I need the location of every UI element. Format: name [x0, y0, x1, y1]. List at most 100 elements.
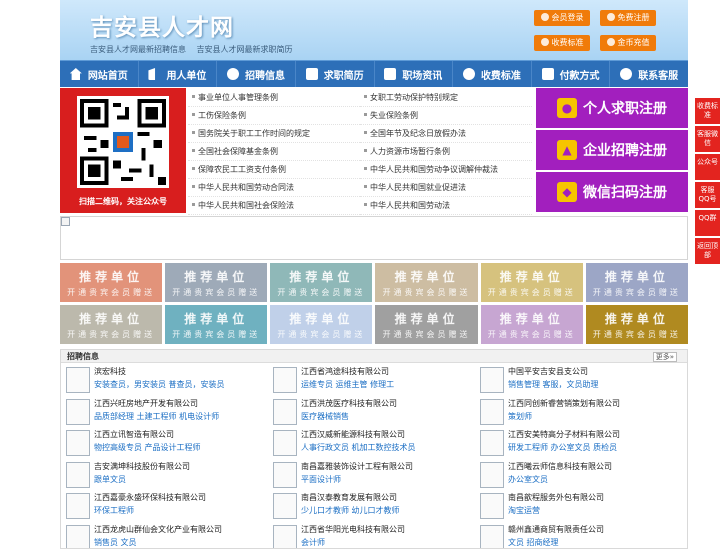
side-button[interactable]: 客服微信 — [695, 126, 720, 152]
policy-link[interactable]: 人力资源市场暂行条例 — [360, 143, 532, 161]
company-logo[interactable] — [66, 430, 90, 456]
policy-link[interactable]: 事业单位人事管理条例 — [188, 89, 360, 107]
recommend-cell[interactable]: 推荐单位开通贵宾会员赠送 — [586, 305, 688, 344]
company-logo[interactable] — [480, 462, 504, 488]
policy-link[interactable]: 女职工劳动保护特别规定 — [360, 89, 532, 107]
company-name[interactable]: 江西同创新睿营销策划有限公司 — [508, 398, 620, 409]
recommend-cell[interactable]: 推荐单位开通贵宾会员赠送 — [375, 305, 477, 344]
side-button[interactable]: 返回顶部 — [695, 238, 720, 264]
policy-link[interactable]: 中华人民共和国劳动法 — [360, 197, 532, 215]
latest-jobs-link[interactable]: 吉安县人才网最新招聘信息 — [90, 45, 186, 54]
recommend-cell[interactable]: 推荐单位开通贵宾会员赠送 — [375, 263, 477, 302]
company-logo[interactable] — [480, 430, 504, 456]
recommend-cell[interactable]: 推荐单位开通贵宾会员赠送 — [165, 263, 267, 302]
job-positions[interactable]: 运维专员 运维主管 修理工 — [301, 379, 394, 390]
policy-link[interactable]: 保障农民工工资支付条例 — [188, 161, 360, 179]
job-positions[interactable]: 销售员 文员 — [94, 537, 137, 548]
job-positions[interactable]: 少儿口才教师 幼儿口才教师 — [301, 505, 400, 516]
policy-link[interactable]: 中华人民共和国劳动合同法 — [188, 179, 360, 197]
nav-news[interactable]: 职场资讯 — [375, 61, 454, 87]
company-name[interactable]: 滨宏科技 — [94, 366, 126, 377]
job-positions[interactable]: 淘宝运营 — [508, 505, 540, 516]
recommend-cell[interactable]: 推荐单位开通贵宾会员赠送 — [586, 263, 688, 302]
company-logo[interactable] — [273, 462, 297, 488]
recommend-cell[interactable]: 推荐单位开通贵宾会员赠送 — [165, 305, 267, 344]
company-logo[interactable] — [273, 525, 297, 549]
banner-image[interactable] — [60, 216, 688, 260]
company-name[interactable]: 江西龙虎山群仙会文化产业有限公司 — [94, 524, 222, 535]
company-name[interactable]: 江西立讯智造有限公司 — [94, 429, 174, 440]
recommend-cell[interactable]: 推荐单位开通贵宾会员赠送 — [481, 263, 583, 302]
policy-link[interactable]: 中华人民共和国就业促进法 — [360, 179, 532, 197]
company-name[interactable]: 江西省华阳光电科技有限公司 — [301, 524, 405, 535]
company-name[interactable]: 江西兴旺房地产开发有限公司 — [94, 398, 198, 409]
company-register-button[interactable]: ▲企业招聘注册 — [536, 130, 688, 170]
company-logo[interactable] — [273, 430, 297, 456]
nav-jobs[interactable]: 招聘信息 — [217, 61, 296, 87]
company-logo[interactable] — [66, 367, 90, 393]
company-logo[interactable] — [66, 399, 90, 425]
job-positions[interactable]: 办公室文员 — [508, 474, 548, 485]
latest-resumes-link[interactable]: 吉安县人才网最新求职简历 — [197, 45, 293, 54]
side-button[interactable]: 公众号 — [695, 154, 720, 180]
recommend-cell[interactable]: 推荐单位开通贵宾会员赠送 — [60, 263, 162, 302]
policy-link[interactable]: 全国社会保障基金条例 — [188, 143, 360, 161]
more-link[interactable]: 更多» — [653, 352, 677, 362]
policy-link[interactable]: 中华人民共和国劳动争议调解仲裁法 — [360, 161, 532, 179]
company-name[interactable]: 江西汉威新能源科技有限公司 — [301, 429, 405, 440]
company-logo[interactable] — [480, 493, 504, 519]
pricing-button[interactable]: 收费标准 — [534, 35, 590, 51]
job-positions[interactable]: 环保工程师 — [94, 505, 134, 516]
policy-link[interactable]: 全国年节及纪念日放假办法 — [360, 125, 532, 143]
nav-pricing[interactable]: 收费标准 — [453, 61, 532, 87]
job-positions[interactable]: 销售管理 客服，文员助理 — [508, 379, 599, 390]
policy-link[interactable]: 失业保险条例 — [360, 107, 532, 125]
company-logo[interactable] — [273, 493, 297, 519]
job-positions[interactable]: 物控高级专员 产品设计工程师 — [94, 442, 201, 453]
company-name[interactable]: 江西安美特高分子材料有限公司 — [508, 429, 620, 440]
recommend-cell[interactable]: 推荐单位开通贵宾会员赠送 — [60, 305, 162, 344]
job-positions[interactable]: 文员 招商经理 — [508, 537, 559, 548]
nav-employers[interactable]: 用人单位 — [139, 61, 218, 87]
company-logo[interactable] — [480, 367, 504, 393]
job-positions[interactable]: 平面设计师 — [301, 474, 341, 485]
register-button[interactable]: 免费注册 — [600, 10, 656, 26]
nav-home[interactable]: 网站首页 — [60, 61, 139, 87]
company-logo[interactable] — [480, 399, 504, 425]
personal-register-button[interactable]: ●个人求职注册 — [536, 88, 688, 128]
job-positions[interactable]: 医疗器械销售 — [301, 411, 349, 422]
recommend-cell[interactable]: 推荐单位开通贵宾会员赠送 — [270, 263, 372, 302]
nav-resumes[interactable]: 求职简历 — [296, 61, 375, 87]
company-name[interactable]: 南昌汉泰教育发展有限公司 — [301, 492, 397, 503]
login-button[interactable]: 会员登录 — [534, 10, 590, 26]
company-name[interactable]: 江西曦云师信息科技有限公司 — [508, 461, 612, 472]
company-logo[interactable] — [66, 493, 90, 519]
job-positions[interactable]: 跟单文员 — [94, 474, 126, 485]
company-logo[interactable] — [273, 399, 297, 425]
wechat-register-button[interactable]: ◆微信扫码注册 — [536, 172, 688, 212]
policy-link[interactable]: 中华人民共和国社会保险法 — [188, 197, 360, 215]
company-name[interactable]: 江西省鸿途科技有限公司 — [301, 366, 389, 377]
company-name[interactable]: 江西嘉豪永盛环保科技有限公司 — [94, 492, 206, 503]
recharge-button[interactable]: 金币充值 — [600, 35, 656, 51]
company-logo[interactable] — [66, 525, 90, 549]
job-positions[interactable]: 安装查员，男安装员 普查员，安装员 — [94, 379, 225, 390]
nav-contact[interactable]: 联系客服 — [610, 61, 688, 87]
job-positions[interactable]: 研发工程师 办公室文员 质检员 — [508, 442, 617, 453]
job-positions[interactable]: 人事行政文员 机加工数控技术员 — [301, 442, 416, 453]
recommend-cell[interactable]: 推荐单位开通贵宾会员赠送 — [270, 305, 372, 344]
company-logo[interactable] — [66, 462, 90, 488]
side-button[interactable]: 收费标准 — [695, 98, 720, 124]
company-logo[interactable] — [480, 525, 504, 549]
side-button[interactable]: QQ群 — [695, 210, 720, 236]
recommend-cell[interactable]: 推荐单位开通贵宾会员赠送 — [481, 305, 583, 344]
company-name[interactable]: 吉安满坤科技股份有限公司 — [94, 461, 190, 472]
nav-payment[interactable]: 付款方式 — [532, 61, 611, 87]
company-name[interactable]: 江西洪茂医疗科技有限公司 — [301, 398, 397, 409]
policy-link[interactable]: 国务院关于职工工作时间的规定 — [188, 125, 360, 143]
company-logo[interactable] — [273, 367, 297, 393]
site-title[interactable]: 吉安县人才网 — [90, 8, 234, 42]
side-button[interactable]: 客服QQ号 — [695, 182, 720, 208]
policy-link[interactable]: 工伤保险条例 — [188, 107, 360, 125]
job-positions[interactable]: 会计师 — [301, 537, 325, 548]
